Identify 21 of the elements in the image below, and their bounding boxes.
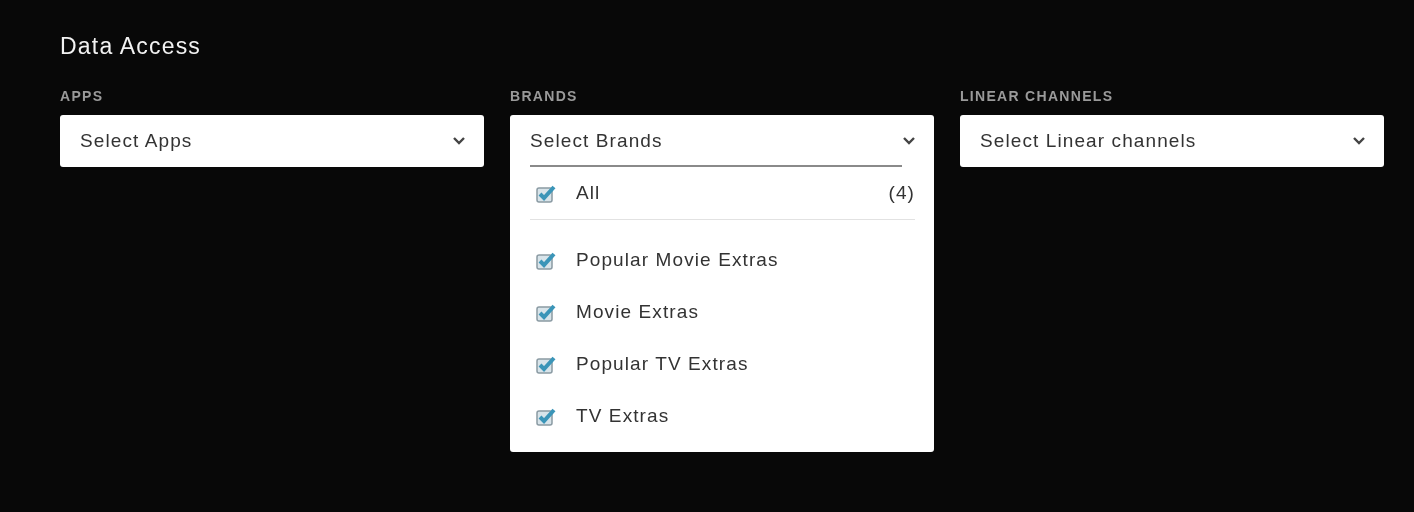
chevron-icon	[902, 136, 916, 146]
field-label: LINEAR CHANNELS	[960, 88, 1115, 104]
checkbox[interactable]	[536, 183, 556, 203]
option-count: (4)	[888, 182, 915, 204]
option-label[interactable]: All	[576, 182, 869, 204]
chevron-icon	[452, 136, 466, 146]
select-field[interactable]: Select Apps	[60, 115, 484, 167]
field-label: BRANDS	[510, 88, 579, 104]
option-label[interactable]: Popular Movie Extras	[576, 249, 915, 271]
section-title: Data Access	[60, 32, 203, 61]
checkbox[interactable]	[536, 250, 556, 270]
field-label: APPS	[60, 88, 105, 104]
checkbox[interactable]	[536, 302, 556, 322]
option-label[interactable]: TV Extras	[576, 405, 915, 427]
option-label[interactable]: Movie Extras	[576, 301, 915, 323]
chevron-icon	[1352, 136, 1366, 146]
select-field[interactable]: Select Linear channels	[960, 115, 1384, 167]
checkbox[interactable]	[536, 354, 556, 374]
select-field[interactable]: Select Brands	[510, 115, 934, 167]
checkbox[interactable]	[536, 406, 556, 426]
option-label[interactable]: Popular TV Extras	[576, 353, 915, 375]
